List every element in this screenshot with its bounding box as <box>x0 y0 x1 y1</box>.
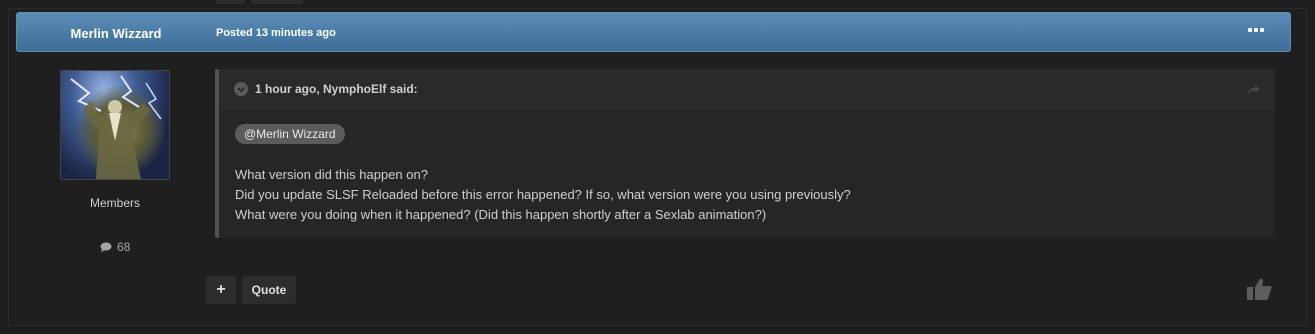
avatar[interactable] <box>60 70 170 180</box>
author-info: Members 68 <box>60 70 170 254</box>
quote-header: 1 hour ago, NymphoElf said: <box>219 69 1275 112</box>
quote-body: What version did this happen on? Did you… <box>235 165 851 225</box>
ellipsis-icon[interactable] <box>1248 28 1264 32</box>
multiquote-button[interactable]: + <box>206 276 236 304</box>
chevron-down-icon[interactable] <box>234 82 248 96</box>
share-arrow-icon[interactable] <box>1247 83 1261 101</box>
quote-block: 1 hour ago, NymphoElf said: @Merlin Wizz… <box>215 69 1275 238</box>
previous-post-buttons <box>215 0 303 4</box>
author-name-link[interactable]: Merlin Wizzard <box>66 26 166 41</box>
thumbs-up-icon[interactable] <box>1245 276 1273 307</box>
quote-line: What version did this happen on? <box>235 167 428 182</box>
post-timestamp[interactable]: Posted 13 minutes ago <box>216 27 336 39</box>
mention-tag[interactable]: @Merlin Wizzard <box>235 124 345 144</box>
forum-post: Merlin Wizzard Posted 13 minutes ago Mem… <box>8 8 1307 326</box>
comment-icon <box>100 242 112 252</box>
post-count[interactable]: 68 <box>60 240 170 254</box>
quote-button[interactable]: Quote <box>242 276 296 304</box>
quote-citation: 1 hour ago, NymphoElf said: <box>255 82 418 96</box>
quote-line: What were you doing when it happened? (D… <box>235 207 767 222</box>
post-header: Merlin Wizzard Posted 13 minutes ago <box>16 12 1291 52</box>
member-group: Members <box>89 196 140 210</box>
quote-line: Did you update SLSF Reloaded before this… <box>235 187 851 202</box>
post-count-value: 68 <box>116 240 131 254</box>
